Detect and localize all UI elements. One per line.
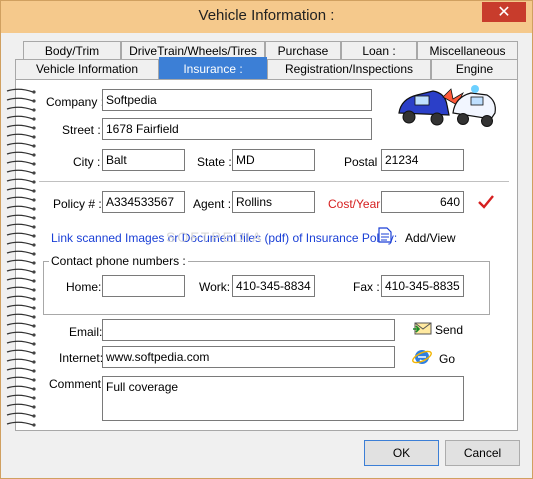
crash-cars-icon — [398, 85, 496, 127]
go-button[interactable]: Go — [439, 352, 455, 366]
company-label: Company : — [46, 95, 105, 109]
tab-row-bottom: Vehicle Information Insurance : Registra… — [15, 57, 518, 79]
state-label: State : — [197, 155, 232, 169]
tab-engine[interactable]: Engine — [431, 59, 518, 79]
cost-year-field[interactable]: 640 — [381, 191, 464, 213]
tab-registration-inspections[interactable]: Registration/Inspections — [267, 59, 431, 79]
checkmark-icon[interactable] — [478, 195, 494, 209]
work-phone-field[interactable]: 410-345-8834 — [232, 275, 315, 297]
cancel-button[interactable]: Cancel — [445, 440, 520, 466]
internet-field[interactable]: www.softpedia.com — [102, 346, 395, 368]
watermark: SOFTPEDIA — [166, 229, 264, 245]
contact-group-title: Contact phone numbers : — [49, 254, 188, 268]
internet-label: Internet: — [59, 351, 104, 365]
vehicle-info-window: Vehicle Information : ✕ Body/Trim DriveT… — [0, 0, 533, 479]
postal-field[interactable]: 21234 — [381, 149, 464, 171]
home-phone-field[interactable] — [102, 275, 185, 297]
close-icon: ✕ — [497, 2, 511, 21]
work-label: Work: — [199, 280, 231, 294]
email-label: Email: — [69, 325, 103, 339]
cost-year-label: Cost/Year — [328, 197, 381, 211]
fax-label: Fax : — [353, 280, 380, 294]
postal-label: Postal : — [344, 155, 385, 169]
state-field[interactable]: MD — [232, 149, 315, 171]
spiral-binding-icon — [6, 88, 36, 427]
company-field[interactable]: Softpedia — [102, 89, 372, 111]
street-label: Street : — [62, 123, 101, 137]
tab-insurance[interactable]: Insurance : — [159, 57, 267, 79]
city-field[interactable]: Balt — [102, 149, 185, 171]
divider — [39, 181, 509, 182]
tab-purchase[interactable]: Purchase — [265, 41, 341, 61]
tab-loan[interactable]: Loan : — [341, 41, 417, 61]
tab-row-top: Body/Trim DriveTrain/Wheels/Tires Purcha… — [23, 41, 518, 61]
send-button[interactable]: Send — [435, 323, 463, 337]
tab-vehicle-information[interactable]: Vehicle Information — [15, 59, 159, 79]
agent-label: Agent : — [193, 197, 232, 211]
agent-field[interactable]: Rollins — [232, 191, 315, 213]
ok-button[interactable]: OK — [364, 440, 439, 466]
policy-label: Policy # : — [53, 197, 102, 211]
fax-field[interactable]: 410-345-8835 — [381, 275, 464, 297]
ie-globe-icon[interactable] — [412, 347, 432, 367]
tab-miscellaneous[interactable]: Miscellaneous — [417, 41, 518, 61]
street-field[interactable]: 1678 Fairfield — [102, 118, 372, 140]
home-label: Home: — [66, 280, 102, 294]
comment-field[interactable]: Full coverage — [102, 376, 464, 421]
comment-label: Comment: — [49, 377, 105, 391]
window-title: Vehicle Information : — [198, 7, 335, 24]
add-view-button[interactable]: Add/View — [405, 231, 455, 245]
send-mail-icon[interactable] — [413, 319, 433, 337]
city-label: City : — [73, 155, 101, 169]
tab-body-trim[interactable]: Body/Trim — [23, 41, 121, 61]
title-bar[interactable]: Vehicle Information : ✕ — [1, 1, 532, 33]
document-icon[interactable] — [378, 227, 392, 243]
close-button[interactable]: ✕ — [482, 2, 526, 22]
email-field[interactable] — [102, 319, 395, 341]
policy-field[interactable]: A334533567 — [102, 191, 185, 213]
